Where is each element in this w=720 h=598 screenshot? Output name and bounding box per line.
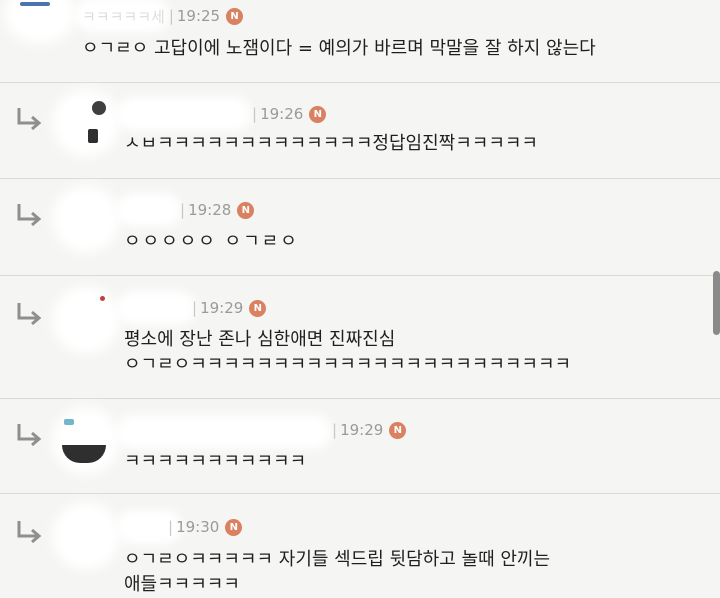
new-badge-icon: N [226, 7, 244, 25]
new-badge-icon: N [225, 518, 243, 536]
comment-text: ㅇㅇㅇㅇㅇ ㅇㄱㄹㅇ [124, 231, 299, 252]
author-name-redacted [124, 201, 174, 219]
avatar[interactable] [14, 0, 66, 34]
reply-arrow-icon [14, 421, 44, 449]
reply-comment-item[interactable]: | 19:28 N ㅇㅇㅇㅇㅇ ㅇㄱㄹㅇ [0, 179, 720, 276]
meta-separator: | [332, 421, 338, 439]
avatar[interactable] [62, 296, 110, 344]
meta-separator: | [192, 299, 198, 317]
avatar[interactable] [62, 195, 110, 243]
avatar[interactable] [62, 99, 110, 147]
comment-text: ㅋㅋㅋㅋㅋㅋㅋㅋㅋㅋㅋ [124, 451, 307, 472]
reply-comment-item[interactable]: | 19:29 N 평소에 장난 존나 심한애면 진짜진심 ㅇㄱㄹㅇㅋㅋㅋㅋㅋㅋ… [0, 276, 720, 399]
new-badge-icon: N [237, 201, 255, 219]
scrollbar-thumb[interactable] [713, 271, 720, 335]
meta-separator: | [180, 201, 186, 219]
comment-meta: | 19:30 N [166, 516, 243, 538]
avatar[interactable] [62, 417, 110, 465]
comment-text: ㅅㅂㅋㅋㅋㅋㅋㅋㅋㅋㅋㅋㅋㅋㅋ정답임진짝ㅋㅋㅋㅋㅋ [124, 133, 538, 154]
reply-comment-item[interactable]: | 19:26 N ㅅㅂㅋㅋㅋㅋㅋㅋㅋㅋㅋㅋㅋㅋㅋ정답임진짝ㅋㅋㅋㅋㅋ [0, 83, 720, 179]
comment-text: ㅇㄱㄹㅇㅋㅋㅋㅋㅋ 자기들 섹드립 뒷담하고 놀때 안끼는 [124, 549, 551, 570]
meta-separator: | [252, 105, 258, 123]
avatar[interactable] [62, 512, 110, 560]
comment-text-line: 애들ㅋㅋㅋㅋㅋ [124, 574, 240, 595]
reply-arrow-icon [14, 518, 44, 546]
reply-comment-item[interactable]: | 19:30 N ㅇㄱㄹㅇㅋㅋㅋㅋㅋ 자기들 섹드립 뒷담하고 놀때 안끼는 … [0, 494, 720, 598]
comment-item[interactable]: ㅋㅋㅋㅋㅋ세 | 19:25 N ㅇㄱㄹㅇ 고답이에 노잼이다 = 예의가 바르… [0, 0, 720, 83]
comment-text: ㅇㄱㄹㅇ 고답이에 노잼이다 = 예의가 바르며 막말을 잘 하지 않는다 [82, 38, 596, 59]
comment-meta: ㅋㅋㅋㅋㅋ세 | 19:25 N [82, 5, 244, 27]
reply-arrow-icon [14, 300, 44, 328]
reply-arrow-icon [14, 201, 44, 229]
author-name-redacted [124, 423, 324, 441]
comment-text: 평소에 장난 존나 심한애면 진짜진심 [124, 329, 396, 350]
meta-separator: | [168, 518, 174, 536]
new-badge-icon: N [309, 105, 327, 123]
comment-time: 19:26 [260, 105, 304, 123]
comment-time: 19:28 [188, 201, 232, 219]
comment-time: 19:29 [340, 421, 384, 439]
reply-arrow-icon [14, 105, 44, 133]
author-name[interactable]: ㅋㅋㅋㅋㅋ세 [82, 6, 165, 27]
comment-time: 19:30 [176, 518, 220, 536]
comment-meta: | 19:26 N [250, 103, 327, 125]
comment-meta: | 19:28 N [178, 199, 255, 221]
new-badge-icon: N [249, 299, 267, 317]
author-name-redacted [124, 105, 244, 123]
new-badge-icon: N [389, 421, 407, 439]
meta-separator: | [168, 7, 174, 25]
comment-meta: | 19:29 N [330, 419, 407, 441]
comment-time: 19:29 [200, 299, 244, 317]
comment-time: 19:25 [176, 7, 221, 25]
reply-comment-item[interactable]: | 19:29 N ㅋㅋㅋㅋㅋㅋㅋㅋㅋㅋㅋ [0, 399, 720, 494]
author-name-redacted [124, 299, 188, 317]
comment-text-line: ㅇㄱㄹㅇㅋㅋㅋㅋㅋㅋㅋㅋㅋㅋㅋㅋㅋㅋㅋㅋㅋㅋㅋㅋㅋㅋㅋ [124, 354, 572, 375]
comment-meta: | 19:29 N [190, 297, 267, 319]
